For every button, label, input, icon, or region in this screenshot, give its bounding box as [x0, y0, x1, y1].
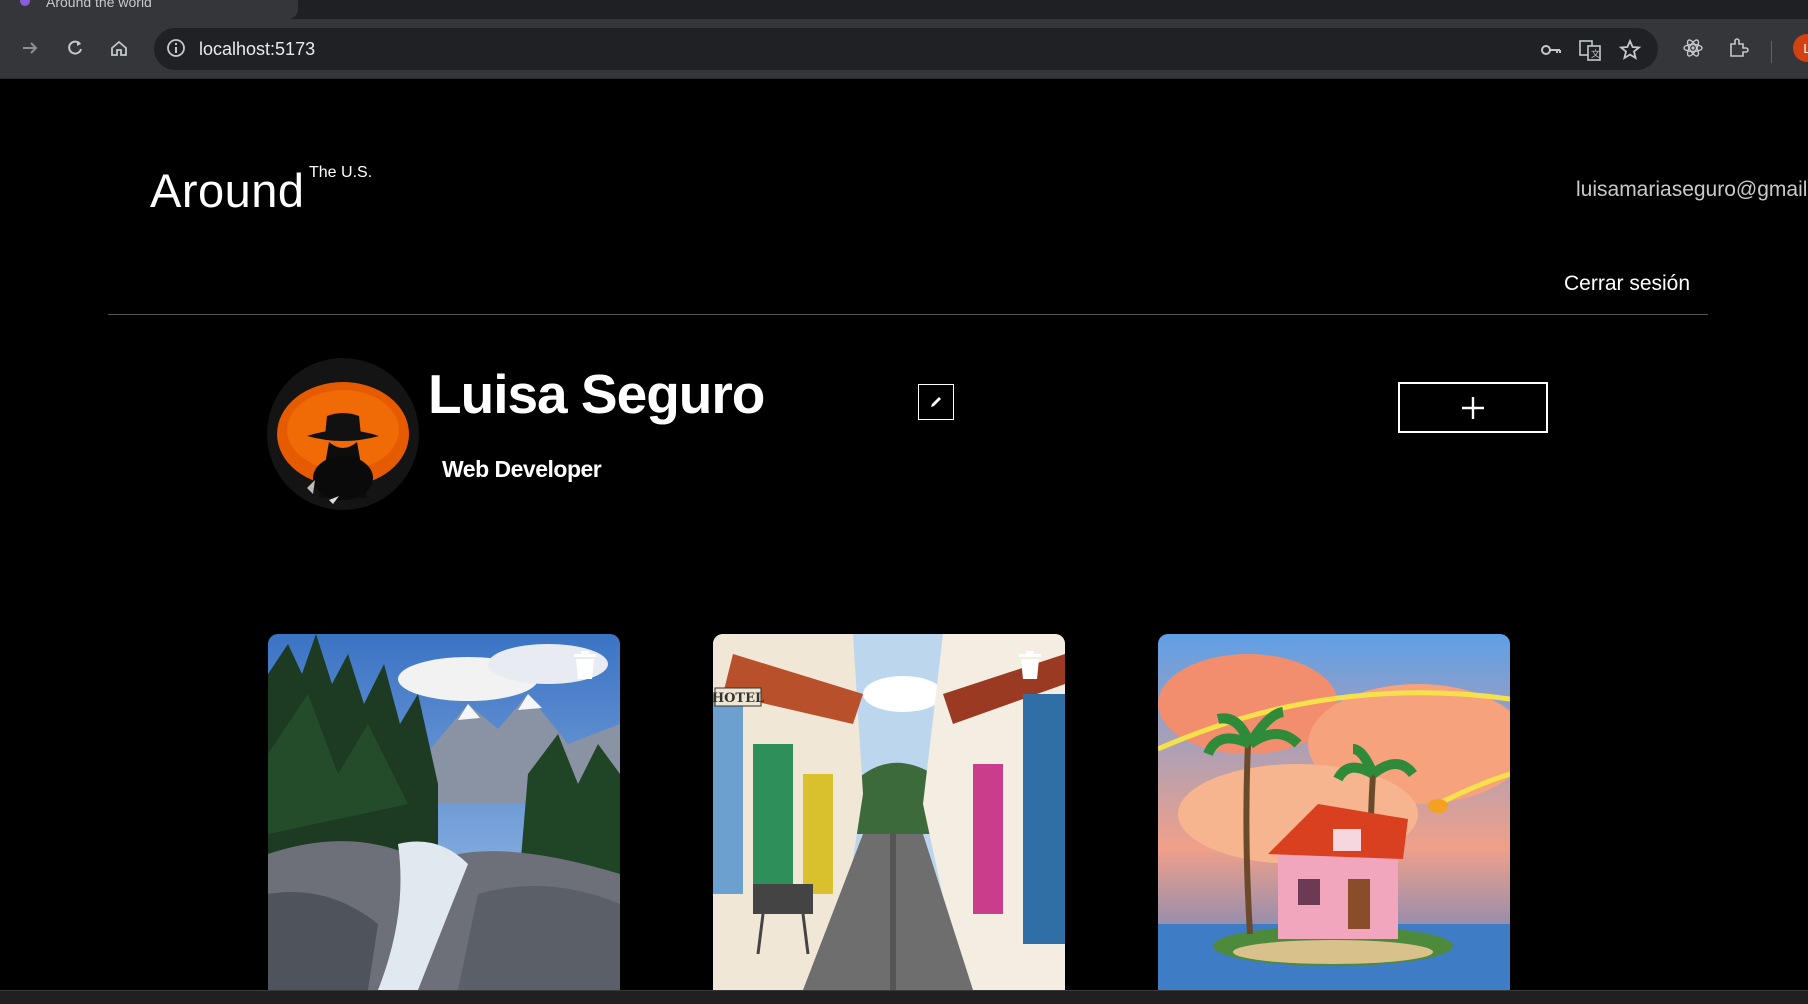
browser-toolbar: localhost:5173 文 L: [0, 19, 1808, 79]
trash-icon[interactable]: [572, 650, 598, 680]
card-image: HOTEL: [713, 634, 1065, 990]
profile-name: Luisa Seguro: [428, 363, 765, 425]
card-village-street[interactable]: HOTEL: [713, 634, 1065, 990]
svg-text:HOTEL: HOTEL: [713, 691, 764, 706]
add-card-button[interactable]: [1398, 382, 1548, 433]
url-text: localhost:5173: [199, 39, 316, 59]
tab-title: Around the world: [46, 0, 152, 10]
browser-tabstrip: Around the world: [0, 0, 1808, 19]
trash-icon[interactable]: [1017, 650, 1043, 680]
card-image: [268, 634, 620, 990]
tab-favicon-icon: [20, 0, 30, 6]
card-image: [1158, 634, 1510, 990]
home-icon[interactable]: [104, 33, 134, 63]
plus-icon: [1462, 396, 1484, 419]
site-info-icon[interactable]: [166, 38, 186, 58]
pencil-icon: [931, 397, 941, 407]
translate-icon[interactable]: 文: [1578, 38, 1602, 62]
reload-icon[interactable]: [60, 33, 90, 63]
bookmark-star-icon[interactable]: [1618, 38, 1642, 62]
os-taskbar: [0, 990, 1808, 1004]
logout-link[interactable]: Cerrar sesión: [1564, 272, 1690, 296]
site-logo-superscript: The U.S.: [309, 164, 373, 181]
react-devtools-icon[interactable]: [1678, 33, 1708, 63]
user-email: luisamariaseguro@gmail.com: [1576, 178, 1808, 201]
toolbar-separator: [1771, 41, 1772, 63]
site-logo: Around: [150, 164, 305, 217]
svg-text:文: 文: [1591, 48, 1600, 60]
profile-avatar-button[interactable]: L: [1793, 34, 1808, 62]
key-icon[interactable]: [1539, 38, 1563, 62]
browser-tab[interactable]: Around the world: [0, 0, 298, 19]
header-divider: [108, 314, 1708, 315]
extensions-icon[interactable]: [1723, 33, 1753, 63]
address-bar[interactable]: localhost:5173 文: [154, 28, 1658, 70]
profile-avatar[interactable]: [267, 358, 419, 510]
card-mountain-river[interactable]: [268, 634, 620, 990]
edit-profile-button[interactable]: [918, 384, 954, 420]
profile-about: Web Developer: [442, 456, 602, 482]
forward-icon[interactable]: [15, 33, 45, 63]
card-island-house[interactable]: [1158, 634, 1510, 990]
